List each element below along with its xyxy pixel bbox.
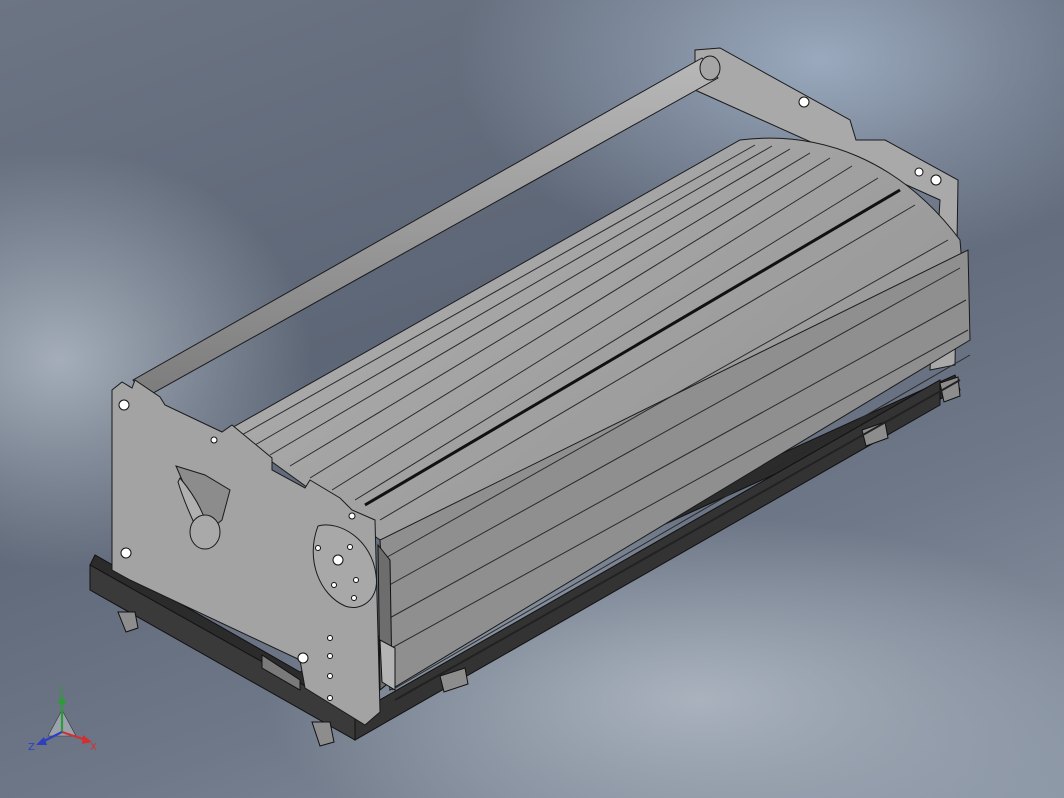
z-axis-label: Z (28, 742, 35, 753)
z-axis-arrowhead (36, 737, 47, 745)
3d-model-view[interactable] (0, 0, 1064, 798)
x-axis-label: X (90, 742, 97, 753)
y-axis-label: Y (57, 686, 65, 697)
orientation-triad: Y X Z (28, 686, 97, 753)
graphics-viewport[interactable]: Y X Z (0, 0, 1064, 798)
